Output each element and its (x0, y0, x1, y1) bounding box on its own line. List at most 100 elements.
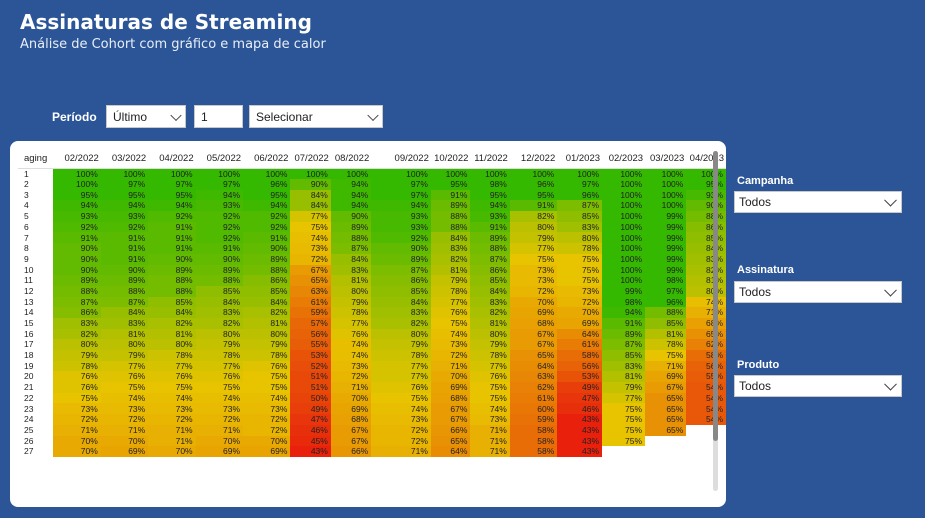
heat-cell: 73% (100, 403, 149, 415)
heat-cell: 61% (509, 392, 558, 404)
heat-cell: 71% (53, 424, 101, 436)
heat-cell: 78% (645, 339, 687, 350)
heat-cell: 90% (53, 253, 101, 265)
heat-cell: 89% (602, 328, 646, 340)
heat-cell: 69% (645, 371, 687, 383)
heat-cell: 74% (195, 392, 244, 404)
cohort-header[interactable]: 01/2023 (557, 149, 603, 169)
aging-cell: 19 (18, 360, 54, 372)
heat-cell: 75% (430, 317, 471, 329)
heat-cell: 88% (243, 264, 291, 276)
heat-cell: 91% (148, 243, 196, 254)
heat-cell: 100% (290, 168, 331, 179)
heat-cell: 94% (195, 189, 244, 201)
heat-cell: 71% (645, 360, 687, 372)
campanha-dropdown[interactable]: Todos (734, 191, 902, 213)
heat-cell: 92% (243, 221, 291, 233)
heat-cell: 47% (557, 392, 603, 404)
heat-cell: 81% (645, 328, 687, 340)
heat-cell: 72% (148, 414, 196, 425)
cohort-header[interactable]: 09/2022 (371, 149, 431, 169)
chevron-down-icon (884, 193, 897, 207)
heat-cell: 100% (602, 264, 646, 276)
cohort-header[interactable]: 03/2022 (100, 149, 149, 169)
heat-cell: 83% (371, 307, 431, 318)
heat-cell: 90% (148, 253, 196, 265)
heat-cell: 95% (100, 189, 149, 201)
scrollbar-thumb[interactable] (713, 151, 718, 441)
heat-cell: 75% (53, 392, 101, 404)
heat-cell: 69% (195, 446, 244, 457)
heat-cell: 91% (100, 253, 149, 265)
table-row: 2 100% 97% 97% 97% 96% 90% 94% 97% 95% 98% 96% 97% 10… (18, 179, 726, 190)
heat-cell: 95% (686, 179, 726, 190)
period-unit-dropdown[interactable]: Selecionar (249, 105, 383, 128)
heat-cell: 86% (686, 221, 726, 233)
heat-cell: 43% (290, 446, 331, 457)
cohort-header[interactable]: 04/2023 (686, 149, 726, 169)
heat-cell: 70% (243, 435, 291, 447)
heat-cell: 71% (330, 382, 372, 393)
heat-cell: 65% (645, 424, 687, 436)
heat-cell: 99% (645, 221, 687, 233)
heat-cell: 62% (509, 382, 558, 393)
period-mode-dropdown[interactable]: Último (106, 105, 186, 128)
cohort-header[interactable]: 06/2022 (243, 149, 291, 169)
aging-cell: 16 (18, 328, 54, 340)
cohort-header[interactable]: 02/2023 (602, 149, 646, 169)
cohort-header[interactable]: 05/2022 (195, 149, 244, 169)
heat-cell: 77% (371, 371, 431, 383)
cohort-header[interactable]: 10/2022 (430, 149, 471, 169)
heat-cell: 93% (686, 189, 726, 201)
heat-cell: 74% (470, 403, 510, 415)
heat-cell: 69% (100, 446, 149, 457)
heat-cell: 100% (602, 221, 646, 233)
heat-cell: 100% (243, 168, 291, 179)
period-count-input[interactable]: 1 (194, 105, 243, 128)
cohort-header[interactable]: 02/2022 (53, 149, 101, 169)
heat-cell: 90% (290, 179, 331, 190)
heat-cell: 90% (371, 243, 431, 254)
heat-cell: 89% (371, 253, 431, 265)
produto-dropdown[interactable]: Todos (734, 375, 902, 397)
heat-cell: 54% (686, 382, 726, 393)
heat-cell: 100% (645, 168, 687, 179)
heat-cell: 74% (330, 350, 372, 361)
heat-cell: 84% (686, 243, 726, 254)
cohort-header[interactable]: 11/2022 (470, 149, 510, 169)
heat-cell: 79% (509, 232, 558, 244)
heat-cell: 86% (470, 264, 510, 276)
cohort-header[interactable]: 03/2023 (645, 149, 687, 169)
cohort-header[interactable]: 04/2022 (148, 149, 196, 169)
heat-cell: 58% (509, 424, 558, 436)
heat-cell: 87% (53, 296, 101, 308)
assinatura-dropdown[interactable]: Todos (734, 281, 902, 303)
heat-cell: 78% (430, 285, 471, 297)
cohort-header[interactable]: 12/2022 (509, 149, 558, 169)
table-row: 1 100% 100% 100% 100% 100% 100% 100% 100% 100% 100… (18, 168, 726, 179)
heat-cell: 85% (557, 211, 603, 222)
cohort-header[interactable]: 07/2022 (290, 149, 331, 169)
heat-cell: 78% (330, 307, 372, 318)
cohort-header[interactable]: 08/2022 (330, 149, 372, 169)
aging-header[interactable]: aging (18, 149, 54, 169)
heat-cell: 73% (430, 339, 471, 350)
heat-cell: 77% (148, 360, 196, 372)
heat-cell: 68% (430, 392, 471, 404)
heat-cell: 53% (557, 371, 603, 383)
heat-cell: 81% (243, 317, 291, 329)
table-row: 16 82% 81% 81% 80% 80% 56% 76% 80% 74% 80% 67% 64% 89… (18, 328, 726, 340)
heat-cell: 77% (430, 296, 471, 308)
heat-cell: 85% (371, 285, 431, 297)
heat-cell: 76% (243, 360, 291, 372)
aging-cell: 9 (18, 253, 54, 265)
heat-cell: 75% (470, 382, 510, 393)
heat-cell: 91% (602, 317, 646, 329)
heat-cell: 92% (371, 232, 431, 244)
heat-cell: 76% (53, 382, 101, 393)
heat-cell: 92% (53, 221, 101, 233)
heat-cell: 88% (195, 275, 244, 286)
heat-cell: 79% (330, 296, 372, 308)
heat-cell: 65% (645, 392, 687, 404)
heat-cell: 90% (53, 243, 101, 254)
